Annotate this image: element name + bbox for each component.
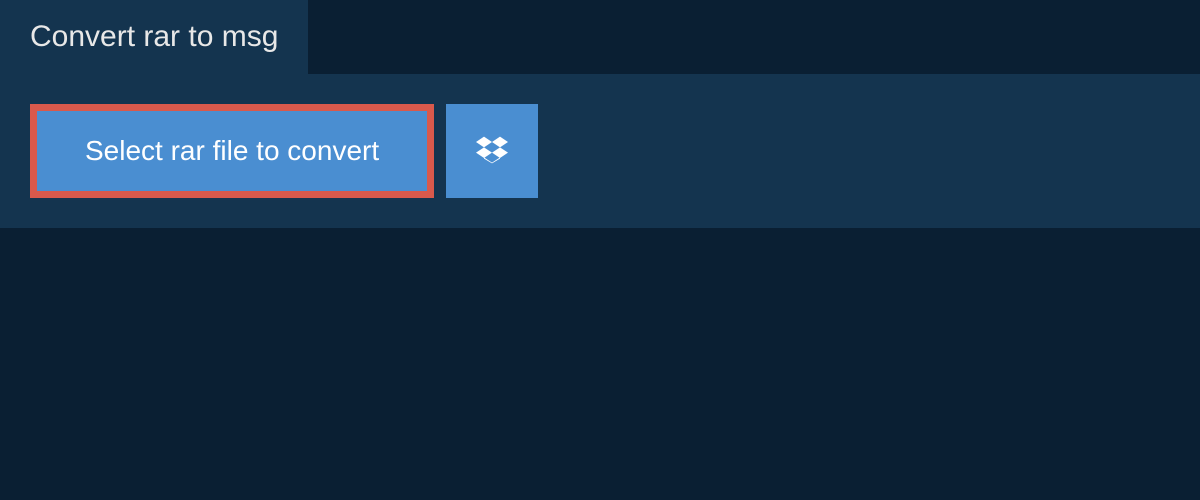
select-file-label: Select rar file to convert	[85, 135, 379, 167]
upload-panel: Select rar file to convert	[0, 74, 1200, 228]
dropbox-button[interactable]	[446, 104, 538, 198]
page-title: Convert rar to msg	[30, 20, 278, 53]
tab-header: Convert rar to msg	[0, 0, 308, 74]
select-file-button[interactable]: Select rar file to convert	[30, 104, 434, 198]
dropbox-icon	[476, 134, 508, 169]
